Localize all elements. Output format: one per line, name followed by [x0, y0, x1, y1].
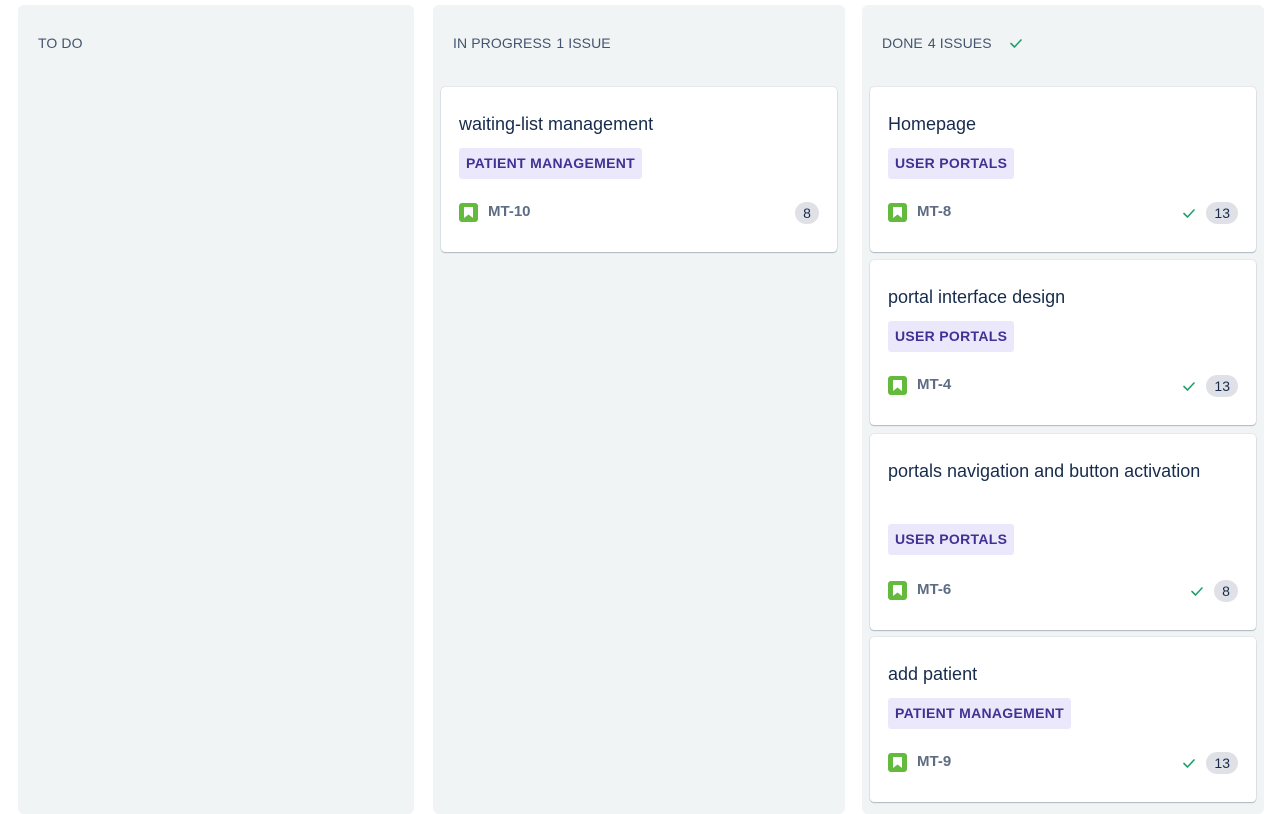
card-footer: MT-8 13 — [888, 201, 1238, 225]
column-done[interactable]: DONE 4 ISSUES Homepage USER PORTALS MT-8… — [862, 5, 1264, 814]
column-todo[interactable]: TO DO — [18, 5, 414, 814]
card-footer: MT-10 8 — [459, 201, 819, 225]
issue-key[interactable]: MT-8 — [917, 202, 951, 222]
epic-label[interactable]: PATIENT MANAGEMENT — [888, 698, 1071, 729]
column-issue-count: 1 ISSUE — [556, 35, 611, 51]
issue-key[interactable]: MT-4 — [917, 375, 951, 395]
story-icon — [459, 203, 478, 222]
column-header-todo: TO DO — [38, 33, 83, 53]
issue-key[interactable]: MT-6 — [917, 580, 951, 600]
story-points-badge: 8 — [795, 202, 819, 224]
issue-card[interactable]: Homepage USER PORTALS MT-8 13 — [870, 87, 1256, 252]
issue-card[interactable]: portals navigation and button activation… — [870, 434, 1256, 630]
epic-label[interactable]: USER PORTALS — [888, 321, 1015, 352]
check-icon — [1183, 759, 1196, 768]
issue-title: Homepage — [888, 114, 977, 134]
epic-label[interactable]: PATIENT MANAGEMENT — [459, 148, 642, 179]
issue-title: waiting-list management — [459, 114, 654, 134]
column-header-done: DONE 4 ISSUES — [882, 33, 1024, 53]
epic-label[interactable]: USER PORTALS — [888, 524, 1015, 555]
story-icon — [888, 581, 907, 600]
card-footer: MT-9 13 — [888, 751, 1238, 775]
issue-title: add patient — [888, 664, 978, 684]
column-header-in-progress: IN PROGRESS 1 ISSUE — [453, 33, 611, 53]
issue-key[interactable]: MT-9 — [917, 752, 951, 772]
story-points-badge: 13 — [1206, 202, 1238, 224]
story-points-badge: 8 — [1214, 580, 1238, 602]
check-icon — [1183, 382, 1196, 391]
issue-title: portals navigation and button activation — [888, 461, 1201, 481]
story-icon — [888, 203, 907, 222]
story-points-badge: 13 — [1206, 752, 1238, 774]
issue-card[interactable]: waiting-list management PATIENT MANAGEME… — [441, 87, 837, 252]
story-points-badge: 13 — [1206, 375, 1238, 397]
column-issue-count: 4 ISSUES — [927, 35, 992, 51]
epic-label[interactable]: USER PORTALS — [888, 148, 1015, 179]
issue-card[interactable]: add patient PATIENT MANAGEMENT MT-9 13 — [870, 637, 1256, 802]
issue-title: portal interface design — [888, 287, 1066, 307]
column-title: DONE — [882, 35, 923, 51]
column-in-progress[interactable]: IN PROGRESS 1 ISSUE waiting-list managem… — [433, 5, 845, 814]
check-icon — [1191, 587, 1203, 596]
check-icon — [1183, 209, 1196, 218]
issue-key[interactable]: MT-10 — [488, 202, 531, 222]
column-title: IN PROGRESS — [453, 35, 552, 51]
check-icon — [1009, 39, 1022, 48]
story-icon — [888, 376, 907, 395]
story-icon — [888, 753, 907, 772]
issue-card[interactable]: portal interface design USER PORTALS MT-… — [870, 260, 1256, 425]
column-title: TO DO — [38, 35, 83, 51]
card-footer: MT-4 13 — [888, 374, 1238, 398]
card-footer: MT-6 8 — [888, 579, 1238, 603]
